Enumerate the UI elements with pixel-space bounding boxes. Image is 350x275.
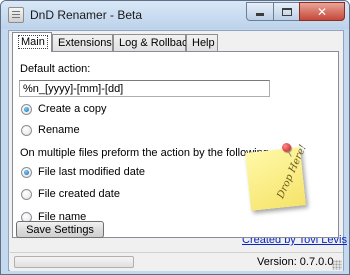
- status-bar: Version: 0.7.0.0: [10, 252, 343, 271]
- window-title: DnD Renamer - Beta: [30, 8, 143, 22]
- radio-label: Rename: [38, 124, 80, 136]
- radio-label: Create a copy: [38, 103, 107, 115]
- tab-log-rollback[interactable]: Log & Rollback: [113, 34, 193, 51]
- tab-main[interactable]: Main: [12, 32, 52, 52]
- radio-label: File last modified date: [38, 166, 145, 178]
- default-action-label: Default action:: [20, 63, 91, 75]
- main-tab-panel: Default action: Create a copy Rename On …: [12, 51, 339, 238]
- tab-extensions[interactable]: Extensions: [52, 34, 113, 51]
- default-action-input[interactable]: [19, 80, 270, 97]
- maximize-button[interactable]: [273, 2, 299, 21]
- radio-last-modified[interactable]: File last modified date: [21, 166, 145, 178]
- drop-target-sticky-note[interactable]: Drop Here!: [245, 143, 309, 211]
- version-label: Version: 0.7.0.0: [257, 256, 334, 268]
- minimize-button[interactable]: [246, 2, 273, 21]
- radio-label: File created date: [38, 188, 120, 200]
- title-bar[interactable]: DnD Renamer - Beta ✕: [1, 1, 349, 29]
- resize-grip-icon[interactable]: [332, 260, 342, 270]
- radio-selected-icon: [21, 103, 32, 115]
- app-icon: [8, 7, 24, 23]
- close-button[interactable]: ✕: [299, 2, 345, 21]
- maximize-icon: [281, 7, 292, 16]
- radio-selected-icon: [21, 166, 32, 178]
- radio-created-date[interactable]: File created date: [21, 188, 120, 200]
- tab-label: Main: [18, 35, 48, 49]
- save-settings-button[interactable]: Save Settings: [16, 221, 104, 238]
- tab-label: Help: [192, 37, 215, 49]
- close-icon: ✕: [316, 4, 328, 19]
- radio-unselected-icon: [21, 188, 32, 200]
- minimize-icon: [256, 13, 264, 16]
- tab-label: Log & Rollback: [119, 37, 193, 49]
- app-window: DnD Renamer - Beta ✕ Main Extensions Log…: [0, 0, 350, 275]
- radio-rename[interactable]: Rename: [21, 124, 80, 136]
- tab-label: Extensions: [58, 37, 112, 49]
- radio-unselected-icon: [21, 124, 32, 136]
- client-area: Main Extensions Log & Rollback Help Defa…: [8, 30, 347, 271]
- tab-help[interactable]: Help: [186, 34, 218, 51]
- progress-bar: [14, 256, 134, 268]
- radio-create-copy[interactable]: Create a copy: [21, 103, 106, 115]
- drop-here-label: Drop Here!: [275, 143, 309, 201]
